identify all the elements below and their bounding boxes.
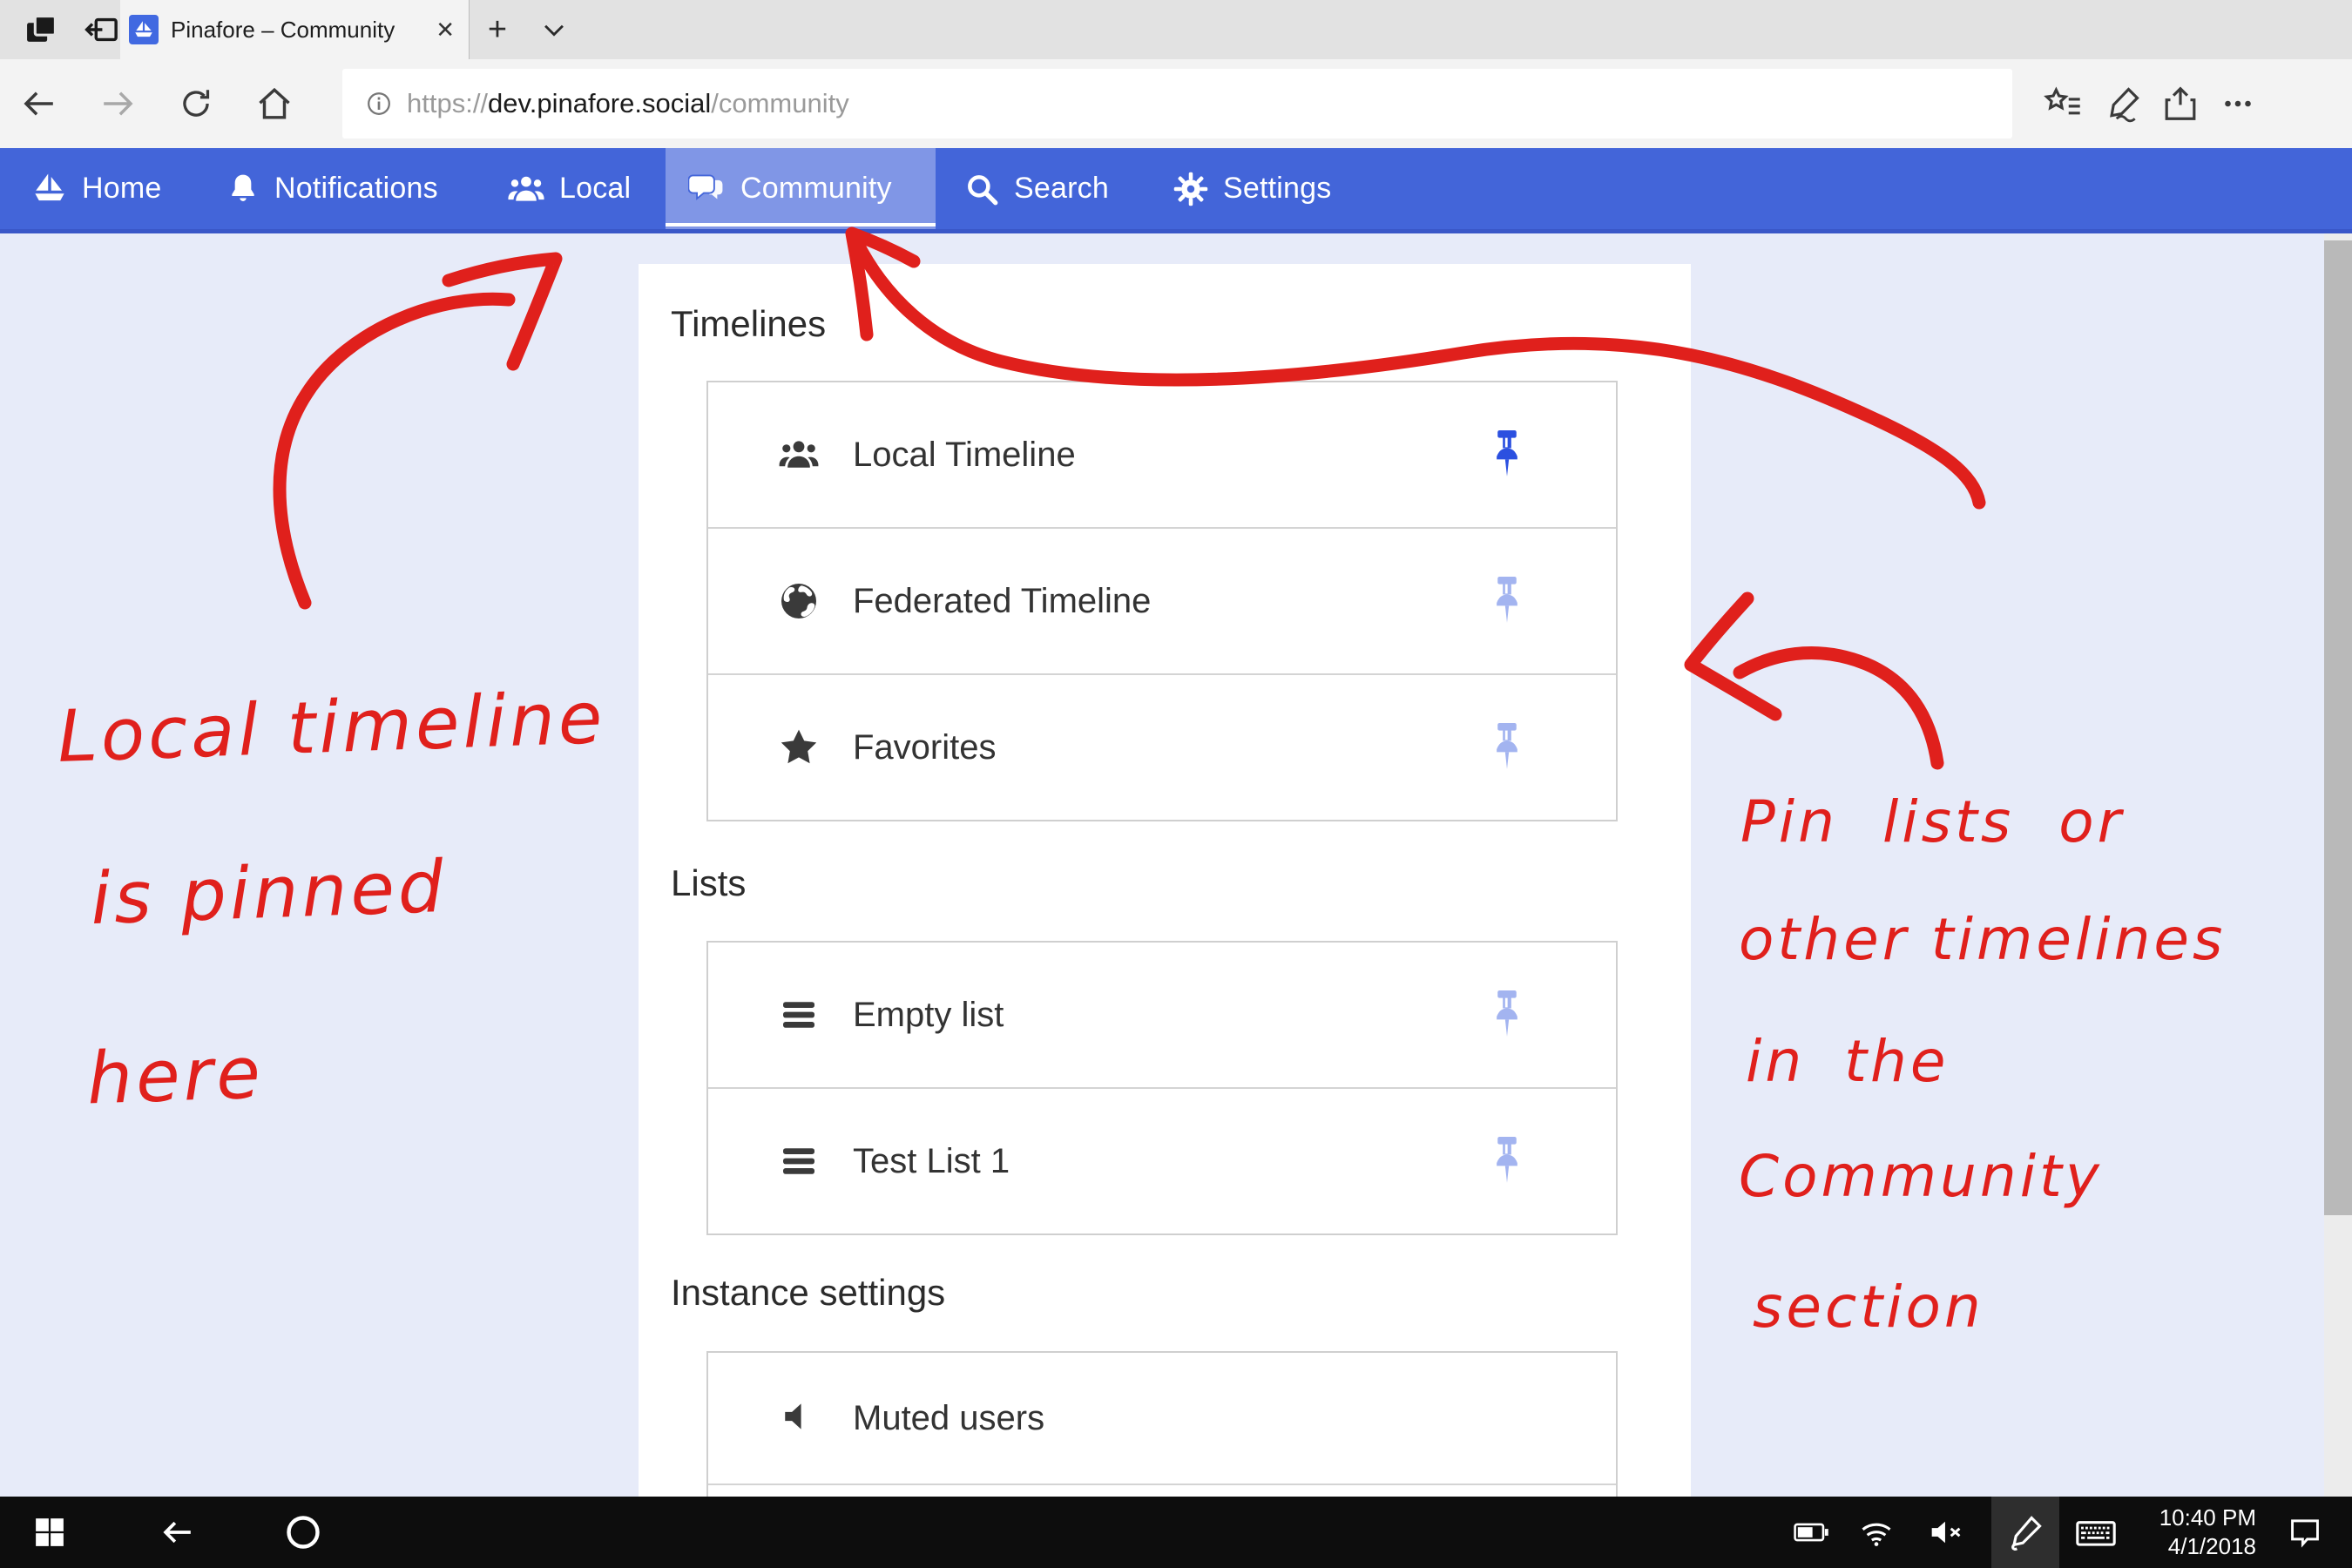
share-icon — [2160, 84, 2200, 124]
volume-muted-icon — [1929, 1513, 1967, 1551]
users-icon — [778, 434, 820, 476]
battery-status[interactable] — [1784, 1497, 1840, 1568]
action-center-icon — [2287, 1514, 2323, 1551]
pinafore-favicon — [129, 15, 159, 44]
community-card: Timelines Local Timeline Federated Timel… — [639, 264, 1691, 1497]
set-aside-tabs-button[interactable] — [16, 0, 68, 59]
tab-preview-chevron-icon[interactable] — [528, 0, 580, 59]
bell-icon — [226, 172, 260, 206]
globe-icon — [778, 580, 820, 622]
taskbar-clock[interactable]: 10:40 PM 4/1/2018 — [2126, 1497, 2256, 1568]
nav-item-search[interactable]: Search — [941, 148, 1132, 229]
new-tab-button[interactable]: + — [477, 0, 517, 59]
list-item-favorites[interactable]: Favorites — [708, 675, 1616, 820]
list-item-empty-list[interactable]: Empty list — [708, 943, 1616, 1089]
keyboard-icon — [2075, 1512, 2117, 1552]
url-input[interactable]: https://dev.pinafore.social/community — [342, 69, 2012, 139]
refresh-button[interactable] — [166, 59, 226, 148]
nav-item-notifications[interactable]: Notifications — [203, 148, 461, 229]
list-icon — [778, 1140, 820, 1182]
scrollbar[interactable] — [2324, 233, 2352, 1497]
list-item-local-timeline[interactable]: Local Timeline — [708, 382, 1616, 529]
home-button[interactable] — [244, 59, 305, 148]
battery-icon — [1793, 1513, 1831, 1551]
gear-icon — [1173, 171, 1209, 207]
taskbar-back-button[interactable] — [146, 1497, 207, 1568]
favorites-hub-button[interactable] — [2035, 59, 2092, 148]
volume-status[interactable] — [1920, 1497, 1976, 1568]
back-arrow-icon — [157, 1512, 197, 1552]
browser-tab-pinafore[interactable]: Pinafore – Community ✕ — [120, 0, 470, 59]
section-title-lists: Lists — [671, 862, 746, 904]
network-status[interactable] — [1848, 1497, 1904, 1568]
list-item-muted-users[interactable]: Muted users — [708, 1353, 1616, 1485]
url-text: https://dev.pinafore.social/community — [407, 88, 849, 119]
cortana-button[interactable] — [272, 1497, 335, 1568]
wifi-icon — [1857, 1513, 1896, 1551]
lists-list: Empty list Test List 1 — [706, 941, 1618, 1235]
users-icon — [507, 170, 545, 208]
muted-speaker-icon — [778, 1397, 820, 1439]
tab-close-icon[interactable]: ✕ — [436, 17, 455, 44]
page-content: Timelines Local Timeline Federated Timel… — [0, 233, 2352, 1497]
list-item-federated-timeline[interactable]: Federated Timeline — [708, 529, 1616, 675]
clock-date: 4/1/2018 — [2168, 1532, 2256, 1561]
forward-button[interactable] — [87, 59, 148, 148]
share-button[interactable] — [2152, 59, 2209, 148]
pin-toggle[interactable] — [1492, 990, 1522, 1039]
pinafore-nav-bar: Home Notifications Local Community Searc… — [0, 148, 2352, 233]
pin-toggle[interactable] — [1492, 577, 1522, 625]
star-icon — [778, 727, 820, 768]
section-title-instance-settings: Instance settings — [671, 1272, 945, 1314]
back-button[interactable] — [9, 59, 70, 148]
set-aside-tabs-icon — [24, 12, 59, 47]
pin-toggle[interactable] — [1492, 1137, 1522, 1186]
start-button[interactable] — [21, 1497, 78, 1568]
restore-tabs-icon — [84, 12, 118, 47]
pin-toggle[interactable] — [1492, 430, 1522, 479]
action-center-button[interactable] — [2275, 1497, 2335, 1568]
timelines-list: Local Timeline Federated Timeline Favori… — [706, 381, 1618, 821]
clock-time: 10:40 PM — [2159, 1504, 2256, 1532]
sailboat-icon — [31, 171, 68, 207]
hub-star-icon — [2044, 84, 2084, 124]
more-options-button[interactable] — [2209, 59, 2267, 148]
instance-settings-list: Muted users — [706, 1351, 1618, 1497]
restore-tabs-button[interactable] — [75, 0, 127, 59]
browser-tab-bar: Pinafore – Community ✕ + — [0, 0, 2352, 59]
windows-ink-button[interactable] — [1991, 1497, 2059, 1568]
nav-item-home[interactable]: Home — [9, 148, 185, 229]
nav-item-settings[interactable]: Settings — [1150, 148, 1354, 229]
add-notes-button[interactable] — [2094, 59, 2152, 148]
windows-logo-icon — [35, 1517, 64, 1547]
touch-keyboard-button[interactable] — [2066, 1497, 2126, 1568]
list-icon — [778, 994, 820, 1036]
list-item-partial[interactable] — [708, 1485, 1616, 1497]
browser-address-bar: https://dev.pinafore.social/community — [0, 59, 2352, 148]
ellipsis-icon — [2218, 84, 2258, 124]
chat-bubbles-icon — [688, 170, 727, 208]
pen-icon — [2005, 1512, 2045, 1552]
windows-taskbar: 10:40 PM 4/1/2018 — [0, 1497, 2352, 1568]
scrollbar-thumb[interactable] — [2324, 240, 2352, 1215]
list-item-test-list-1[interactable]: Test List 1 — [708, 1089, 1616, 1233]
site-info-icon[interactable] — [363, 88, 395, 119]
cortana-circle-icon — [284, 1513, 322, 1551]
tab-title: Pinafore – Community — [171, 17, 429, 44]
pin-toggle[interactable] — [1492, 723, 1522, 772]
ink-pen-icon — [2103, 84, 2143, 124]
nav-item-community[interactable]: Community — [666, 148, 936, 229]
search-icon — [963, 171, 1000, 207]
section-title-timelines: Timelines — [671, 303, 826, 345]
nav-item-local[interactable]: Local — [484, 148, 653, 229]
